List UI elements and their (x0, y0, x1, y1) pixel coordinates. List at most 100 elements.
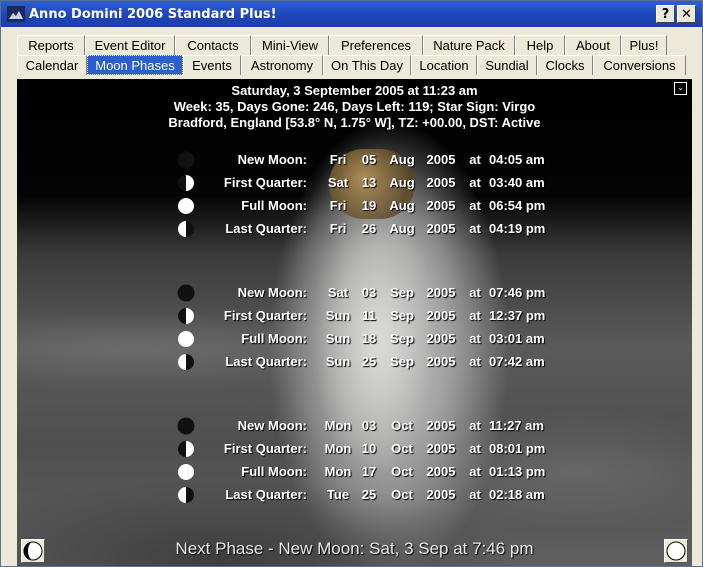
tab-events[interactable]: Events (183, 55, 241, 75)
phase-row: Last Quarter: Tue 25 Oct 2005 at 02:18 am (17, 484, 692, 506)
phase-weekday: Mon (324, 418, 352, 433)
phase-time: 12:37 pm (489, 308, 546, 323)
new-moon-icon (177, 151, 195, 169)
new-moon-icon (177, 417, 195, 435)
phase-year: 2005 (426, 285, 456, 300)
phase-month: Aug (389, 175, 415, 190)
phase-name: Full Moon: (241, 198, 307, 213)
tab-on-this-day[interactable]: On This Day (323, 55, 411, 75)
tab-help[interactable]: Help (515, 35, 565, 55)
full-moon-icon (178, 464, 194, 480)
phase-date: 11 (362, 308, 376, 323)
phase-at: at (469, 441, 481, 456)
phase-time: 06:54 pm (489, 198, 546, 213)
phase-time: 08:01 pm (489, 441, 546, 456)
phase-time: 04:19 pm (489, 221, 546, 236)
phase-weekday: Fri (329, 152, 347, 167)
first-quarter-icon (178, 441, 194, 457)
phase-year: 2005 (426, 198, 456, 213)
last-quarter-icon (178, 487, 194, 503)
tab-calendar[interactable]: Calendar (17, 55, 87, 75)
tab-row-top: Reports Event Editor Contacts Mini-View … (17, 35, 667, 55)
phase-date: 17 (361, 464, 377, 479)
phase-row: Last Quarter: Fri 26 Aug 2005 at 04:19 pm (17, 218, 692, 240)
phase-row: Full Moon: Sun 18 Sep 2005 at 03:01 am (17, 328, 692, 350)
tab-clocks[interactable]: Clocks (537, 55, 593, 75)
phase-date: 25 (361, 354, 377, 369)
phase-at: at (469, 331, 481, 346)
phase-month: Oct (391, 487, 413, 502)
phase-name: First Quarter: (223, 441, 307, 456)
phase-time: 02:18 am (489, 487, 545, 502)
tab-mini-view[interactable]: Mini-View (251, 35, 329, 55)
tab-contacts[interactable]: Contacts (175, 35, 251, 55)
phase-month: Aug (389, 198, 415, 213)
phase-weekday: Sat (327, 285, 349, 300)
phase-at: at (469, 464, 481, 479)
phase-at: at (469, 221, 481, 236)
phase-row: Full Moon: Mon 17 Oct 2005 at 01:13 pm (17, 461, 692, 483)
tab-plus[interactable]: Plus! (621, 35, 667, 55)
tab-sundial[interactable]: Sundial (477, 55, 537, 75)
title-bar[interactable]: Anno Domini 2006 Standard Plus! ? ✕ (1, 1, 702, 27)
moon-phases-panel: Saturday, 3 September 2005 at 11:23 am W… (17, 79, 692, 566)
phase-month: Aug (389, 221, 415, 236)
tab-moon-phases[interactable]: Moon Phases (87, 55, 183, 75)
phase-weekday: Mon (324, 464, 352, 479)
phase-name: First Quarter: (223, 308, 307, 323)
phase-weekday: Sun (325, 354, 351, 369)
phase-date: 25 (361, 487, 377, 502)
phase-at: at (469, 418, 481, 433)
phase-weekday: Fri (329, 198, 347, 213)
phase-at: at (469, 308, 481, 323)
tab-preferences[interactable]: Preferences (329, 35, 423, 55)
phase-name: Last Quarter: (225, 487, 307, 502)
phase-weekday: Sun (325, 308, 351, 323)
help-button[interactable]: ? (656, 5, 675, 23)
tab-location[interactable]: Location (411, 55, 477, 75)
app-window: Anno Domini 2006 Standard Plus! ? ✕ Repo… (0, 0, 703, 567)
tab-reports[interactable]: Reports (17, 35, 85, 55)
phase-time: 01:13 pm (489, 464, 546, 479)
phase-month: Oct (391, 441, 413, 456)
phase-name: New Moon: (237, 152, 307, 167)
phase-row: First Quarter: Mon 10 Oct 2005 at 08:01 pm (17, 438, 692, 460)
phase-at: at (469, 175, 481, 190)
tab-about[interactable]: About (565, 35, 621, 55)
phase-row: Last Quarter: Sun 25 Sep 2005 at 07:42 am (17, 351, 692, 373)
phase-name: New Moon: (237, 285, 307, 300)
tab-astronomy[interactable]: Astronomy (241, 55, 323, 75)
tab-event-editor[interactable]: Event Editor (85, 35, 175, 55)
phase-at: at (469, 152, 481, 167)
phase-month: Oct (391, 418, 413, 433)
tab-nature-pack[interactable]: Nature Pack (423, 35, 515, 55)
next-phase-moon-icon[interactable] (664, 539, 688, 563)
phase-name: Full Moon: (241, 331, 307, 346)
phase-weekday: Tue (326, 487, 350, 502)
phase-time: 11:27 am (489, 418, 544, 433)
tab-conversions[interactable]: Conversions (593, 55, 686, 75)
phase-month: Sep (390, 308, 414, 323)
phase-row: First Quarter: Sun 11 Sep 2005 at 12:37 pm (17, 305, 692, 327)
previous-phase-moon-icon[interactable] (21, 539, 45, 563)
phase-at: at (469, 354, 481, 369)
first-quarter-icon (178, 308, 194, 324)
app-icon (7, 6, 25, 22)
phase-date: 03 (361, 285, 377, 300)
next-phase-label: Next Phase - New Moon: Sat, 3 Sep at 7:4… (175, 539, 534, 558)
phase-time: 04:05 am (489, 152, 545, 167)
phase-weekday: Sun (325, 331, 351, 346)
phase-year: 2005 (426, 221, 456, 236)
phase-year: 2005 (426, 441, 456, 456)
phase-year: 2005 (426, 487, 456, 502)
phase-year: 2005 (426, 464, 456, 479)
phase-at: at (469, 487, 481, 502)
phase-year: 2005 (426, 152, 456, 167)
phase-date: 26 (361, 221, 377, 236)
current-datetime: Saturday, 3 September 2005 at 11:23 am (231, 83, 478, 98)
new-moon-icon (177, 284, 195, 302)
phase-at: at (469, 285, 481, 300)
collapse-icon[interactable]: ⌄ (674, 82, 687, 95)
phase-weekday: Fri (329, 221, 347, 236)
close-button[interactable]: ✕ (677, 5, 696, 23)
